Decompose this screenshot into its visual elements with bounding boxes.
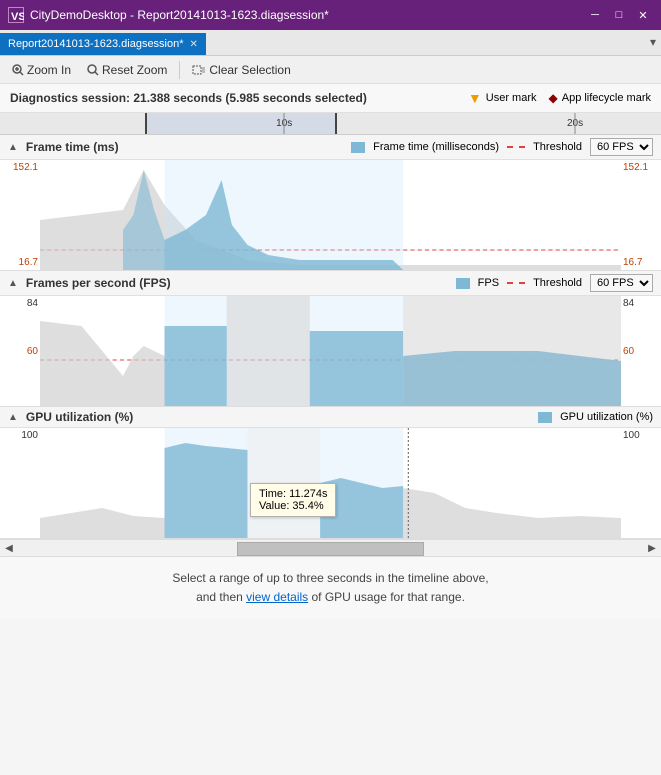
fps-section: ▲ Frames per second (FPS) FPS Threshold … bbox=[0, 271, 661, 407]
threshold-line-ft bbox=[507, 146, 525, 148]
fps-collapse-icon[interactable]: ▲ bbox=[8, 278, 18, 289]
tab-label: Report20141013-1623.diagsession* bbox=[8, 38, 184, 50]
frame-time-collapse-icon[interactable]: ▲ bbox=[8, 142, 18, 153]
gpu-title: GPU utilization (%) bbox=[26, 410, 530, 424]
user-mark-legend: ▼ User mark bbox=[468, 90, 537, 106]
gpu-color-box bbox=[538, 412, 552, 423]
bottom-text-line2: and then view details of GPU usage for t… bbox=[20, 588, 641, 607]
frame-time-legend-label: Frame time (milliseconds) bbox=[373, 141, 499, 153]
clear-selection-label: Clear Selection bbox=[209, 63, 290, 77]
fps-ymax-label: 84 bbox=[2, 298, 38, 309]
reset-zoom-icon bbox=[87, 64, 99, 76]
frame-time-legend: Frame time (milliseconds) Threshold 60 F… bbox=[351, 138, 653, 156]
fps-ymid-right: 60 bbox=[623, 346, 659, 357]
fps-ymax-right: 84 bbox=[623, 298, 659, 309]
fps-header: ▲ Frames per second (FPS) FPS Threshold … bbox=[0, 271, 661, 296]
frame-time-section: ▲ Frame time (ms) Frame time (millisecon… bbox=[0, 135, 661, 271]
zoom-in-button[interactable]: Zoom In bbox=[6, 61, 77, 79]
user-mark-icon: ▼ bbox=[468, 90, 482, 106]
view-details-link[interactable]: view details bbox=[246, 590, 308, 604]
frame-time-color-box bbox=[351, 142, 365, 153]
threshold-line-fps bbox=[507, 282, 525, 284]
fps-select-ft[interactable]: 60 FPS 30 FPS bbox=[590, 138, 653, 156]
scroll-left-arrow[interactable]: ◀ bbox=[0, 539, 18, 557]
vs-icon: VS bbox=[8, 7, 24, 23]
gpu-yaxis-right: 100 0 bbox=[621, 428, 661, 538]
threshold-label-fps: Threshold bbox=[533, 277, 582, 289]
scroll-right-arrow[interactable]: ▶ bbox=[643, 539, 661, 557]
scroll-thumb[interactable] bbox=[237, 542, 425, 556]
frame-time-svg bbox=[40, 160, 621, 270]
session-info: Diagnostics session: 21.388 seconds (5.9… bbox=[10, 91, 367, 105]
fps-select-fps[interactable]: 60 FPS 30 FPS bbox=[590, 274, 653, 292]
frame-time-header: ▲ Frame time (ms) Frame time (millisecon… bbox=[0, 135, 661, 160]
frame-time-yaxis-left: 152.1 16.7 bbox=[0, 160, 40, 270]
fps-color-box bbox=[456, 278, 470, 289]
app-lifecycle-icon: ◆ bbox=[549, 91, 558, 105]
ft-ymin-right: 16.7 bbox=[623, 257, 659, 268]
selection-range bbox=[145, 113, 337, 134]
toolbar-separator bbox=[179, 61, 180, 79]
gpu-ymax-label: 100 bbox=[2, 430, 38, 441]
fps-chart: 84 60 0 84 60 0 bbox=[0, 296, 661, 406]
gpu-collapse-icon[interactable]: ▲ bbox=[8, 412, 18, 423]
report-tab[interactable]: Report20141013-1623.diagsession* ✕ bbox=[0, 33, 206, 55]
ft-ymax-label: 152.1 bbox=[2, 162, 38, 173]
gpu-svg bbox=[40, 428, 621, 538]
window-controls: ─ □ ✕ bbox=[585, 5, 653, 25]
frame-time-chart: 152.1 16.7 152.1 16.7 bbox=[0, 160, 661, 270]
timeline-scrollbar: ◀ ▶ bbox=[0, 539, 661, 557]
scroll-track[interactable] bbox=[18, 540, 643, 556]
reset-zoom-button[interactable]: Reset Zoom bbox=[81, 61, 173, 79]
ft-ymin-label: 16.7 bbox=[2, 257, 38, 268]
clear-selection-icon bbox=[192, 64, 206, 76]
maximize-button[interactable]: □ bbox=[609, 5, 629, 25]
clear-selection-button[interactable]: Clear Selection bbox=[186, 61, 296, 79]
ft-ymax-right: 152.1 bbox=[623, 162, 659, 173]
gpu-yaxis-left: 100 0 bbox=[0, 428, 40, 538]
tab-bar: Report20141013-1623.diagsession* ✕ ▾ bbox=[0, 30, 661, 56]
timeline-ruler: 10s 20s bbox=[0, 113, 661, 135]
legend: ▼ User mark ◆ App lifecycle mark bbox=[468, 90, 651, 106]
app-lifecycle-label: App lifecycle mark bbox=[562, 92, 651, 104]
window-title: CityDemoDesktop - Report20141013-1623.di… bbox=[30, 8, 585, 22]
zoom-in-icon bbox=[12, 64, 24, 76]
bottom-text-line1: Select a range of up to three seconds in… bbox=[20, 569, 641, 588]
fps-legend-label: FPS bbox=[478, 277, 499, 289]
fps-yaxis-left: 84 60 0 bbox=[0, 296, 40, 406]
bottom-line2-prefix: and then bbox=[196, 590, 246, 604]
svg-text:VS: VS bbox=[11, 11, 24, 23]
gpu-header: ▲ GPU utilization (%) GPU utilization (%… bbox=[0, 407, 661, 428]
bottom-line2-suffix: of GPU usage for that range. bbox=[308, 590, 465, 604]
gpu-section: ▲ GPU utilization (%) GPU utilization (%… bbox=[0, 407, 661, 539]
tab-close-icon[interactable]: ✕ bbox=[190, 39, 198, 50]
zoom-in-label: Zoom In bbox=[27, 63, 71, 77]
gpu-chart: 100 0 100 0 Time: 11.274s Valu bbox=[0, 428, 661, 538]
threshold-label-ft: Threshold bbox=[533, 141, 582, 153]
bottom-line1-text: Select a range of up to three seconds in… bbox=[172, 571, 488, 585]
app-lifecycle-legend: ◆ App lifecycle mark bbox=[549, 91, 652, 105]
bottom-info-panel: Select a range of up to three seconds in… bbox=[0, 557, 661, 619]
fps-legend: FPS Threshold 60 FPS 30 FPS bbox=[456, 274, 653, 292]
fps-title: Frames per second (FPS) bbox=[26, 276, 448, 290]
close-button[interactable]: ✕ bbox=[633, 5, 653, 25]
frame-time-title: Frame time (ms) bbox=[26, 140, 343, 154]
info-bar: Diagnostics session: 21.388 seconds (5.9… bbox=[0, 84, 661, 113]
reset-zoom-label: Reset Zoom bbox=[102, 63, 167, 77]
gpu-legend-label: GPU utilization (%) bbox=[560, 411, 653, 423]
title-bar: VS CityDemoDesktop - Report20141013-1623… bbox=[0, 0, 661, 30]
fps-ymid-label: 60 bbox=[2, 346, 38, 357]
gpu-ymax-right: 100 bbox=[623, 430, 659, 441]
frame-time-yaxis-right: 152.1 16.7 bbox=[621, 160, 661, 270]
fps-svg bbox=[40, 296, 621, 406]
minimize-button[interactable]: ─ bbox=[585, 5, 605, 25]
gpu-legend: GPU utilization (%) bbox=[538, 411, 653, 423]
toolbar: Zoom In Reset Zoom Clear Selection bbox=[0, 56, 661, 84]
user-mark-label: User mark bbox=[486, 92, 537, 104]
tab-dropdown-icon[interactable]: ▾ bbox=[645, 29, 661, 55]
fps-yaxis-right: 84 60 0 bbox=[621, 296, 661, 406]
